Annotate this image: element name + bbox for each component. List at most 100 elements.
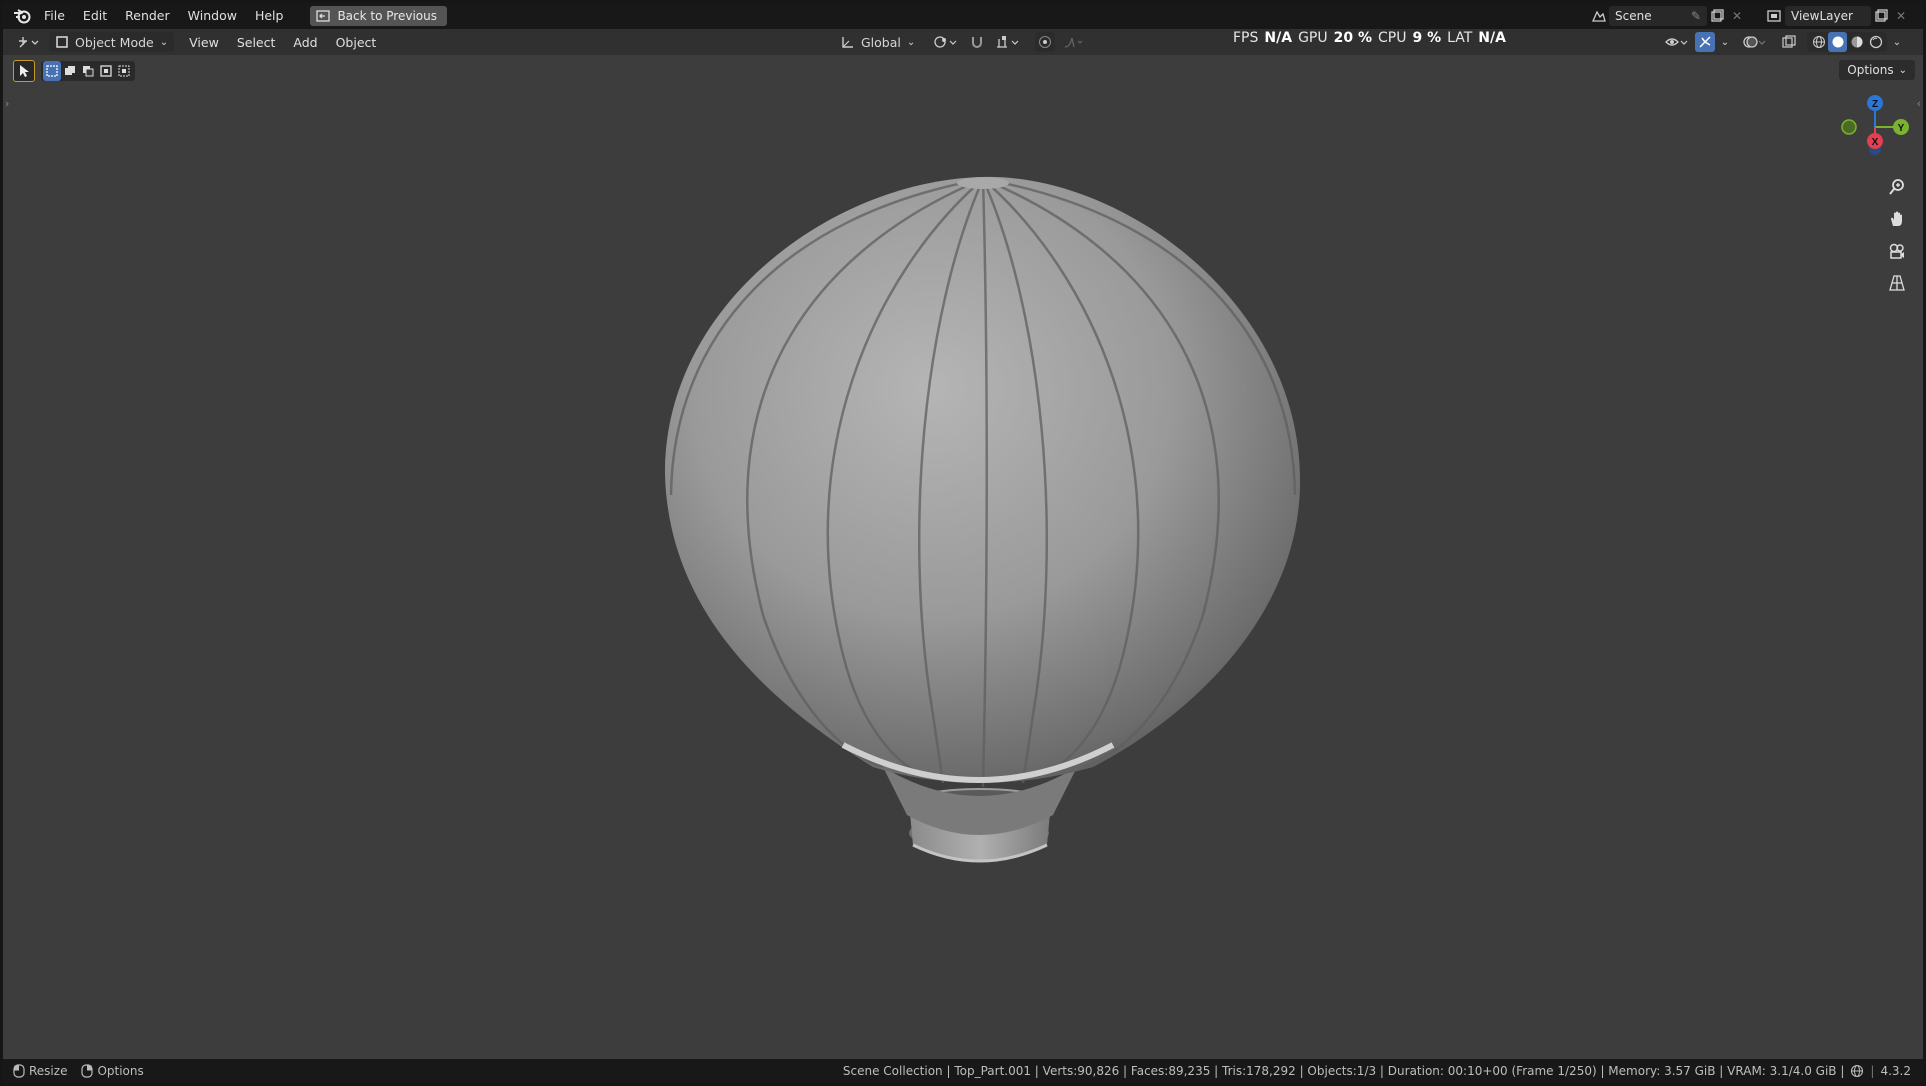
menu-add[interactable]: Add xyxy=(284,35,326,50)
options-dropdown[interactable]: Options ⌄ xyxy=(1839,60,1915,80)
gizmo-y-label: Y xyxy=(1898,123,1905,134)
options-label: Options xyxy=(1847,63,1894,77)
object-mode-label: Object Mode xyxy=(75,34,154,50)
status-bar: Resize Options Scene Collection | Top_Pa… xyxy=(3,1059,1923,1083)
gizmo-z-label: Z xyxy=(1872,99,1878,110)
viewport-nav-tools xyxy=(1885,175,1909,295)
scene-name: Scene xyxy=(1615,9,1652,23)
navigation-gizmo[interactable]: Z Y X xyxy=(1835,75,1915,155)
menu-edit[interactable]: Edit xyxy=(74,3,116,29)
back-to-previous-button[interactable]: Back to Previous xyxy=(310,6,447,26)
proportional-edit-icon[interactable] xyxy=(1035,32,1056,52)
falloff-icon[interactable] xyxy=(1061,32,1087,52)
mouse-icon xyxy=(81,1064,94,1078)
scene-selector[interactable]: Scene ✎ ✕ xyxy=(1589,6,1747,26)
globe-network-icon xyxy=(1851,1064,1864,1078)
material-preview-icon[interactable] xyxy=(1847,32,1866,52)
menu-render[interactable]: Render xyxy=(116,3,179,29)
snap-target-icon[interactable] xyxy=(993,32,1023,52)
scene-name-field[interactable]: Scene ✎ xyxy=(1609,6,1707,26)
pan-hand-icon[interactable] xyxy=(1885,207,1909,231)
overlays-icon[interactable] xyxy=(1741,32,1769,52)
mouse-icon xyxy=(13,1064,25,1078)
visibility-icon[interactable] xyxy=(1663,32,1691,52)
delete-view-layer-icon[interactable]: ✕ xyxy=(1891,6,1911,26)
blender-logo-icon[interactable] xyxy=(9,3,35,29)
scene-statistics: Scene Collection | Top_Part.001 | Verts:… xyxy=(843,1064,1911,1078)
select-intersect-icon[interactable] xyxy=(115,61,133,81)
chevron-down-icon[interactable]: ⌄ xyxy=(1891,32,1903,52)
options-hint-label: Options xyxy=(97,1064,144,1078)
select-new-icon[interactable] xyxy=(43,61,61,81)
options-hint: Options xyxy=(81,1064,144,1078)
delete-scene-icon[interactable]: ✕ xyxy=(1727,6,1747,26)
scene-info-text: Scene Collection | Top_Part.001 | Verts:… xyxy=(842,1064,1845,1078)
menu-view[interactable]: View xyxy=(180,35,228,50)
solid-shading-icon[interactable] xyxy=(1828,32,1847,52)
gizmo-x-label: X xyxy=(1872,137,1879,148)
view-layer-browse-icon[interactable] xyxy=(1765,6,1785,26)
new-view-layer-icon[interactable] xyxy=(1871,6,1891,26)
select-invert-icon[interactable] xyxy=(97,61,115,81)
object-mode-dropdown[interactable]: Object Mode ⌄ xyxy=(49,32,175,52)
transform-controls: Global ⌄ xyxy=(841,32,1087,52)
orientation-dropdown[interactable]: Global ⌄ xyxy=(841,35,915,50)
gpu-value: 20 % xyxy=(1333,30,1372,46)
rendered-shading-icon[interactable] xyxy=(1866,32,1885,52)
sidebar-expand-icon[interactable]: ‹ xyxy=(1917,97,1921,110)
orientation-label: Global xyxy=(861,34,901,50)
menu-help[interactable]: Help xyxy=(246,3,293,29)
tool-settings-row xyxy=(13,60,135,82)
lat-value: N/A xyxy=(1478,30,1506,46)
menu-object[interactable]: Object xyxy=(327,35,386,50)
pivot-point-icon[interactable] xyxy=(931,32,961,52)
3d-viewport[interactable]: Z Y X › ‹ xyxy=(3,55,1923,1059)
selection-mode-group xyxy=(41,61,135,81)
version-text: 4.3.2 xyxy=(1880,1064,1911,1078)
xray-toggle-icon[interactable] xyxy=(1779,32,1799,52)
select-subtract-icon[interactable] xyxy=(79,61,97,81)
fps-value: N/A xyxy=(1264,30,1293,46)
top-menu-bar: File Edit Render Window Help Back to Pre… xyxy=(3,3,1923,29)
fps-label: FPS xyxy=(1233,30,1259,46)
performance-stats: FPS N/A GPU 20 % CPU 9 % LAT N/A xyxy=(1233,30,1506,46)
blender-window: File Edit Render Window Help Back to Pre… xyxy=(3,3,1923,1083)
resize-hint: Resize xyxy=(13,1064,67,1078)
object-mode-icon xyxy=(56,36,68,48)
select-extend-icon[interactable] xyxy=(61,61,79,81)
viewport-header: Object Mode ⌄ View Select Add Object Glo… xyxy=(3,29,1923,55)
menu-window[interactable]: Window xyxy=(179,3,246,29)
menu-select[interactable]: Select xyxy=(228,35,285,50)
scene-browse-icon[interactable] xyxy=(1589,6,1609,26)
view-layer-selector[interactable]: ViewLayer ✕ xyxy=(1765,6,1911,26)
new-scene-icon[interactable] xyxy=(1707,6,1727,26)
cpu-label: CPU xyxy=(1378,30,1407,46)
chevron-down-icon: ⌄ xyxy=(906,36,916,48)
perspective-toggle-icon[interactable] xyxy=(1885,271,1909,295)
view-layer-name-field[interactable]: ViewLayer xyxy=(1785,6,1871,26)
back-to-previous-label: Back to Previous xyxy=(337,9,437,23)
chevron-down-icon[interactable]: ⌄ xyxy=(1719,32,1731,52)
resize-label: Resize xyxy=(29,1064,68,1078)
menu-file[interactable]: File xyxy=(35,3,74,29)
orientation-icon xyxy=(842,37,853,48)
camera-view-icon[interactable] xyxy=(1885,239,1909,263)
lat-label: LAT xyxy=(1447,30,1473,46)
separator: | xyxy=(1870,1064,1875,1078)
toolbar-expand-icon[interactable]: › xyxy=(5,97,9,110)
snap-toggle-icon[interactable] xyxy=(967,32,987,52)
select-tool-icon[interactable] xyxy=(13,60,35,82)
gizmo-toggle-icon[interactable] xyxy=(1695,32,1715,52)
back-icon xyxy=(316,10,331,22)
pin-icon[interactable]: ✎ xyxy=(1691,9,1701,23)
view-layer-name: ViewLayer xyxy=(1791,9,1853,23)
chevron-down-icon: ⌄ xyxy=(1898,64,1907,76)
wireframe-shading-icon[interactable] xyxy=(1809,32,1828,52)
gpu-label: GPU xyxy=(1298,30,1328,46)
shading-mode-group xyxy=(1807,32,1887,52)
viewport-display-controls: ⌄ ⌄ xyxy=(1663,32,1903,52)
editor-type-icon[interactable] xyxy=(15,32,43,52)
hot-air-balloon-model xyxy=(664,176,1301,863)
zoom-icon[interactable] xyxy=(1885,175,1909,199)
chevron-down-icon: ⌄ xyxy=(159,36,169,48)
